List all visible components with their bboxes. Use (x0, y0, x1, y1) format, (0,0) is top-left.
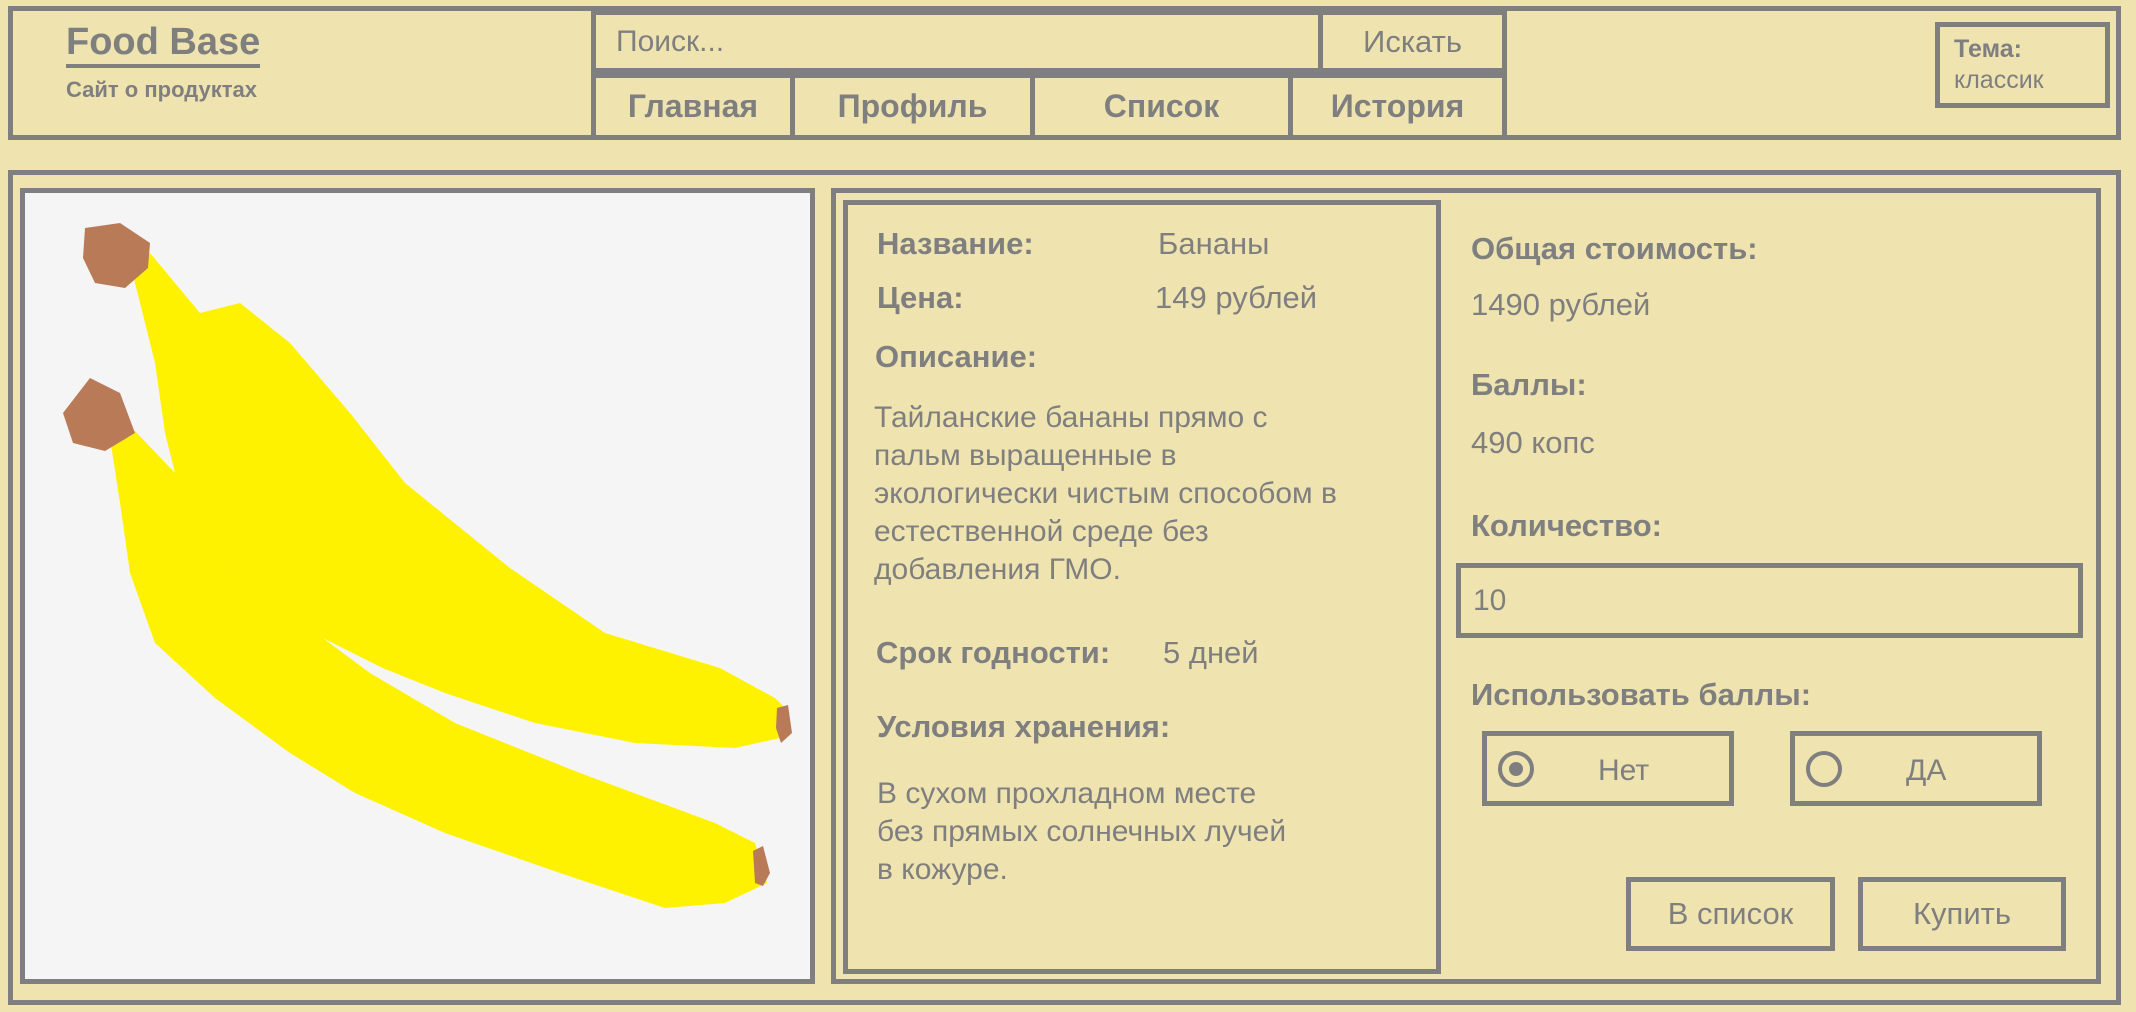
use-points-yes-option[interactable]: ДА (1790, 731, 2042, 806)
nav-tab-profile[interactable]: Профиль (790, 73, 1035, 140)
nav-tab-list-label: Список (1103, 88, 1220, 124)
product-price: 149 рублей (1155, 280, 1318, 315)
search-button[interactable]: Искать (1318, 10, 1507, 73)
buy-button[interactable]: Купить (1858, 877, 2066, 951)
points-label: Баллы: (1471, 367, 1587, 402)
description-label: Описание: (875, 339, 1038, 374)
storage-conditions: В сухом прохладном месте без прямых солн… (877, 777, 1287, 886)
nav-tab-home[interactable]: Главная (591, 73, 795, 140)
use-points-no-option[interactable]: Нет (1482, 731, 1734, 806)
shelf-life-label: Срок годности: (876, 635, 1111, 670)
price-label: Цена: (877, 280, 964, 315)
product-name: Бананы (1158, 226, 1270, 261)
site-title-link[interactable]: Food Base (66, 20, 261, 68)
total-cost-label: Общая стоимость: (1471, 231, 1758, 266)
points-value: 490 копс (1471, 425, 1595, 460)
quantity-label: Количество: (1471, 508, 1662, 543)
storage-label: Условия хранения: (877, 709, 1171, 744)
theme-value: классик (1954, 66, 2044, 94)
nav-tab-home-label: Главная (627, 88, 759, 124)
name-label: Название: (877, 226, 1034, 261)
total-cost-value: 1490 рублей (1471, 287, 1651, 322)
nav-tab-history-label: История (1330, 88, 1465, 124)
product-description: Тайланские бананы прямо с пальм выращенн… (874, 401, 1337, 586)
use-points-no-label: Нет (1598, 754, 1650, 787)
radio-empty-icon[interactable] (1806, 751, 1842, 787)
theme-label: Тема: (1954, 35, 2022, 63)
nav-tab-history[interactable]: История (1288, 73, 1507, 140)
site-subtitle: Сайт о продуктах (66, 77, 257, 102)
quantity-input[interactable] (1456, 563, 2083, 638)
add-to-list-button[interactable]: В список (1626, 877, 1835, 951)
use-points-yes-label: ДА (1906, 754, 1947, 787)
shelf-life-value: 5 дней (1163, 635, 1259, 670)
use-points-label: Использовать баллы: (1471, 677, 1812, 712)
banana-image (63, 223, 792, 908)
theme-selector[interactable]: Тема: классик (1935, 22, 2110, 108)
search-input[interactable] (591, 10, 1323, 73)
nav-tab-list[interactable]: Список (1030, 73, 1293, 140)
radio-dot (1509, 762, 1523, 776)
radio-selected-icon[interactable] (1498, 751, 1534, 787)
product-image-panel (20, 188, 815, 984)
nav-tab-profile-label: Профиль (837, 88, 988, 124)
